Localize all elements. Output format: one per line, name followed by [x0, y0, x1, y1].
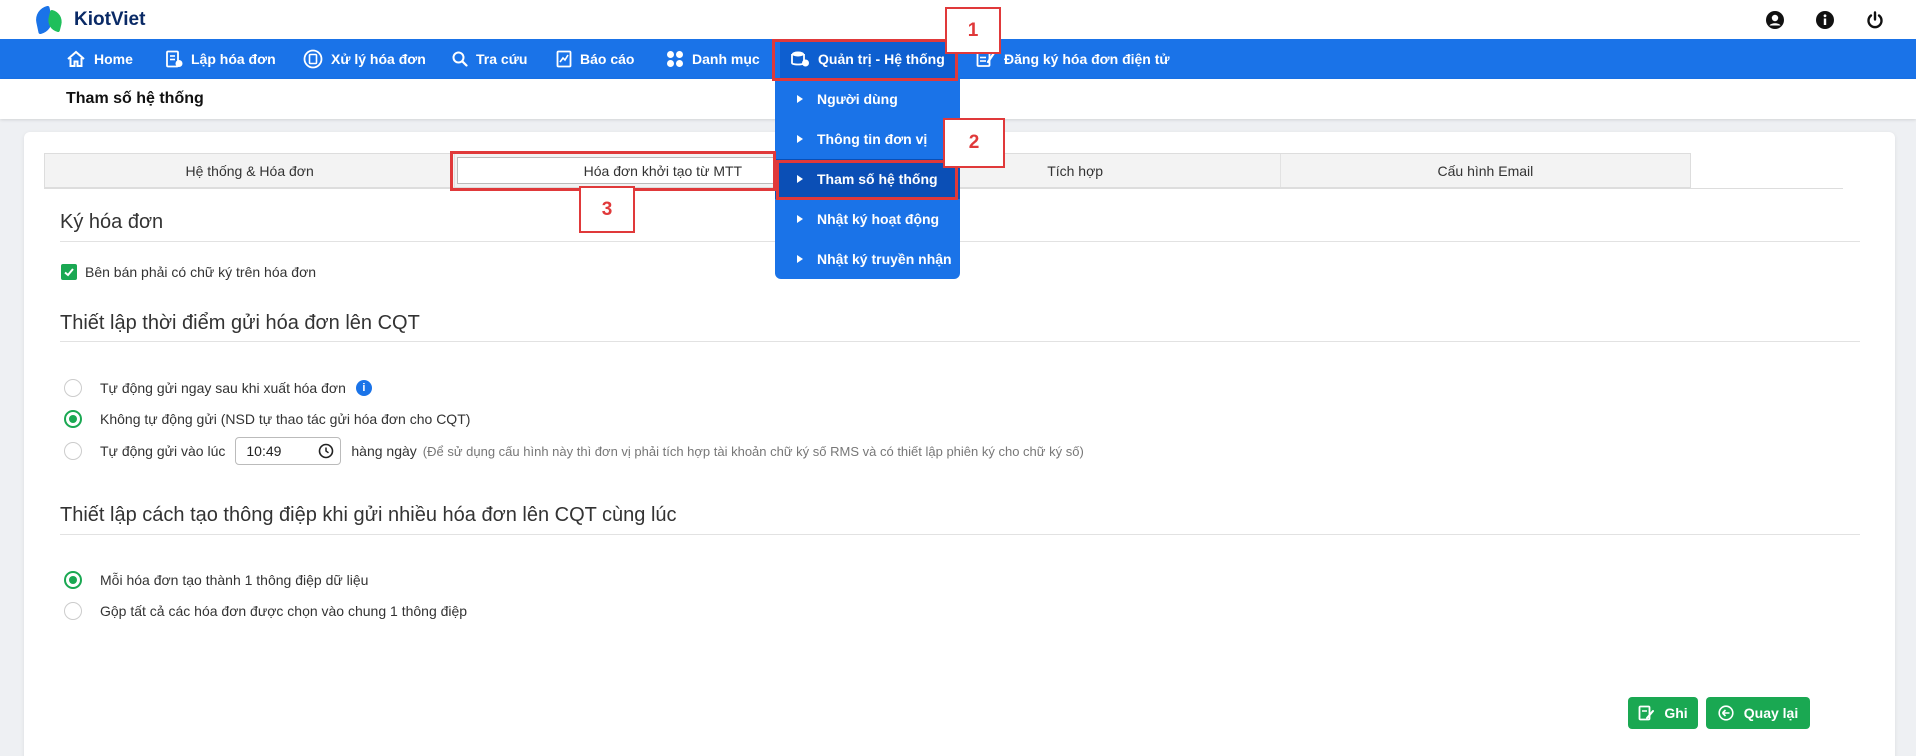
- tab-system-invoice[interactable]: Hệ thống & Hóa đơn: [45, 154, 456, 187]
- nav-item-home[interactable]: Home: [66, 39, 133, 79]
- radio-manual[interactable]: [64, 410, 82, 428]
- section-title-send-time: Thiết lập thời điểm gửi hóa đơn lên CQT: [60, 312, 420, 334]
- info-icon[interactable]: i: [355, 380, 372, 396]
- menu-item-users[interactable]: Người dùng: [775, 79, 960, 119]
- grid-icon: [667, 51, 683, 67]
- seller-signature-checkbox[interactable]: [61, 264, 77, 280]
- radio-label: Tự động gửi ngay sau khi xuất hóa đơn: [100, 380, 346, 396]
- section-title-sign: Ký hóa đơn: [60, 211, 164, 233]
- invoice-icon: [166, 50, 183, 68]
- caret-right-icon: [797, 215, 803, 223]
- user-icon[interactable]: [1762, 7, 1788, 33]
- radio-scheduled[interactable]: [64, 442, 82, 460]
- page-title: Tham số hệ thống: [66, 90, 204, 107]
- power-icon[interactable]: [1862, 7, 1888, 33]
- section-divider: [60, 534, 1860, 535]
- menu-item-unit-info[interactable]: Thông tin đơn vị: [775, 119, 960, 159]
- radio-label: Tự động gửi vào lúc: [100, 443, 226, 459]
- message-option-single: Mỗi hóa đơn tạo thành 1 thông điệp dữ li…: [64, 571, 368, 589]
- save-icon: [1638, 705, 1655, 721]
- send-option-manual: Không tự động gửi (NSD tự thao tác gửi h…: [64, 410, 470, 428]
- nav-item-create-invoice[interactable]: Lập hóa đơn: [165, 39, 276, 79]
- home-icon: [67, 50, 85, 67]
- caret-right-icon: [797, 95, 803, 103]
- process-icon: [303, 49, 323, 69]
- back-button[interactable]: Quay lại: [1706, 697, 1810, 729]
- nav-item-category[interactable]: Danh mục: [666, 39, 760, 79]
- section-divider: [60, 341, 1860, 342]
- radio-label: Gộp tất cả các hóa đơn được chọn vào chu…: [100, 603, 468, 619]
- menu-item-activity-log[interactable]: Nhật ký hoạt động: [775, 199, 960, 239]
- scheduled-hint: (Để sử dụng cấu hình này thì đơn vị phải…: [422, 443, 1084, 459]
- nav-item-process-invoice[interactable]: Xử lý hóa đơn: [303, 39, 426, 79]
- nav-item-register-einvoice[interactable]: Đăng ký hóa đơn điện tử: [976, 39, 1170, 79]
- time-value: 10:49: [246, 443, 282, 459]
- section-divider: [60, 241, 1860, 242]
- menu-item-transmission-log[interactable]: Nhật ký truyền nhận: [775, 239, 960, 279]
- nav-item-report[interactable]: Báo cáo: [556, 39, 634, 79]
- seller-signature-label: Bên bán phải có chữ ký trên hóa đơn: [85, 264, 317, 280]
- info-icon[interactable]: [1812, 7, 1838, 33]
- radio-label: Mỗi hóa đơn tạo thành 1 thông điệp dữ li…: [100, 572, 369, 588]
- report-icon: [556, 50, 572, 68]
- step-marker-3: 3: [579, 186, 635, 233]
- save-button[interactable]: Ghi: [1628, 697, 1698, 729]
- kiotviet-logo[interactable]: KiotViet: [33, 5, 146, 35]
- nav-item-lookup[interactable]: Tra cứu: [452, 39, 527, 79]
- step-marker-2: 2: [943, 118, 1005, 168]
- radio-label: Không tự động gửi (NSD tự thao tác gửi h…: [100, 411, 471, 427]
- back-icon: [1718, 705, 1734, 721]
- logo-text: KiotViet: [74, 9, 146, 30]
- section-title-message: Thiết lập cách tạo thông điệp khi gửi nh…: [60, 504, 677, 526]
- clock-icon[interactable]: [318, 443, 334, 459]
- logo-mark-icon: [33, 5, 66, 35]
- time-input[interactable]: 10:49: [235, 437, 342, 465]
- radio-merge-message[interactable]: [64, 602, 82, 620]
- search-icon: [452, 51, 468, 67]
- caret-right-icon: [797, 255, 803, 263]
- caret-right-icon: [797, 135, 803, 143]
- seller-signature-row: Bên bán phải có chữ ký trên hóa đơn: [61, 264, 316, 280]
- highlight-system-params: [776, 160, 958, 200]
- radio-auto-immediate[interactable]: [64, 379, 82, 397]
- send-option-scheduled: Tự động gửi vào lúc 10:49 hàng ngày (Để …: [64, 437, 1084, 465]
- check-icon: [64, 268, 74, 277]
- tab-email-config[interactable]: Cấu hình Email: [1281, 154, 1690, 187]
- step-marker-1: 1: [945, 7, 1001, 54]
- send-option-auto-immediate: Tự động gửi ngay sau khi xuất hóa đơn i: [64, 379, 372, 397]
- daily-label: hàng ngày: [351, 443, 417, 459]
- radio-single-message[interactable]: [64, 571, 82, 589]
- highlight-admin-nav: [772, 39, 958, 81]
- message-option-merge: Gộp tất cả các hóa đơn được chọn vào chu…: [64, 602, 467, 620]
- highlight-mtt-tab: [450, 151, 776, 191]
